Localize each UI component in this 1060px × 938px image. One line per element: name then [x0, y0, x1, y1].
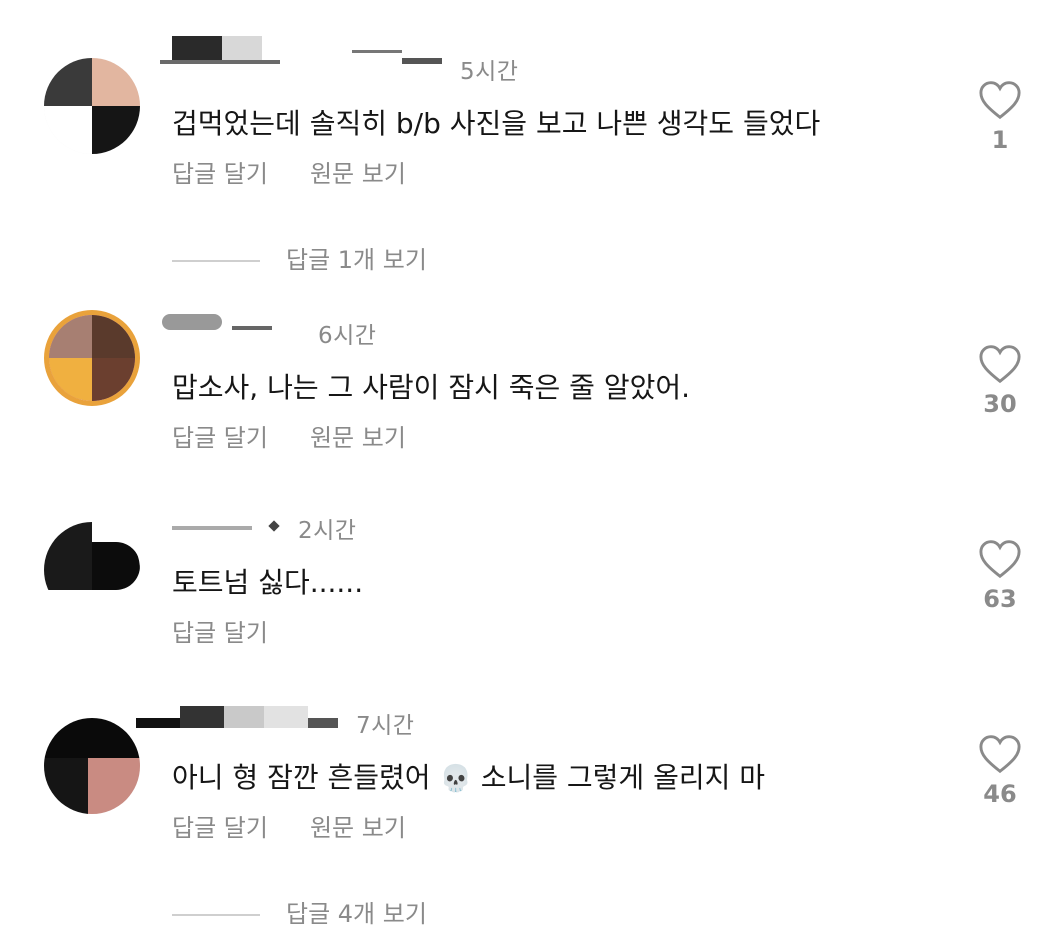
heart-outline-icon: [979, 540, 1021, 579]
reply-button[interactable]: 답글 달기: [172, 814, 268, 842]
reply-button[interactable]: 답글 달기: [172, 424, 268, 452]
comment-actions: 답글 달기 원문 보기: [172, 808, 448, 843]
like-count: 63: [983, 585, 1017, 613]
avatar[interactable]: [44, 310, 140, 406]
comment-time: 6시간: [318, 323, 377, 349]
comment-actions: 답글 달기 원문 보기: [172, 418, 448, 453]
see-original-button[interactable]: 원문 보기: [310, 424, 406, 452]
like-button[interactable]: 46: [974, 734, 1026, 808]
comment-time: 7시간: [356, 713, 415, 739]
comment-time: 2시간: [298, 518, 357, 544]
username-redacted[interactable]: [160, 36, 462, 76]
avatar[interactable]: [44, 718, 140, 814]
like-button[interactable]: 63: [974, 539, 1026, 613]
view-replies-label: 답글 1개 보기: [286, 246, 427, 274]
skull-emoji-icon: 💀: [439, 764, 472, 794]
comment-text-part: 아니 형 잠깐 흔들렸어: [172, 761, 431, 794]
comment-actions: 답글 달기 원문 보기: [172, 154, 448, 189]
view-replies-button[interactable]: 답글 1개 보기: [172, 240, 427, 275]
heart-outline-icon: [979, 81, 1021, 120]
comment-text: 겁먹었는데 솔직히 b/b 사진을 보고 나쁜 생각도 들었다: [172, 107, 821, 140]
comment-time: 5시간: [460, 59, 519, 85]
view-replies-button[interactable]: 답글 4개 보기: [172, 894, 427, 929]
avatar[interactable]: [44, 58, 140, 154]
avatar[interactable]: [44, 522, 140, 618]
reply-button[interactable]: 답글 달기: [172, 160, 268, 188]
replies-divider: [172, 914, 260, 916]
see-original-button[interactable]: 원문 보기: [310, 160, 406, 188]
replies-divider: [172, 260, 260, 262]
heart-outline-icon: [979, 735, 1021, 774]
like-count: 46: [983, 780, 1017, 808]
comment-text: 맙소사, 나는 그 사람이 잠시 죽은 줄 알았어.: [172, 371, 691, 404]
username-redacted[interactable]: [172, 506, 282, 546]
comment-text-part: 소니를 그렇게 올리지 마: [480, 761, 766, 794]
like-button[interactable]: 30: [974, 344, 1026, 418]
reply-button[interactable]: 답글 달기: [172, 619, 268, 647]
username-redacted[interactable]: [136, 700, 372, 740]
username-redacted[interactable]: [162, 308, 302, 348]
view-replies-label: 답글 4개 보기: [286, 900, 427, 928]
heart-outline-icon: [979, 345, 1021, 384]
like-button[interactable]: 1: [974, 80, 1026, 154]
comment-actions: 답글 달기: [172, 613, 310, 648]
comment-text: 아니 형 잠깐 흔들렸어 💀 소니를 그렇게 올리지 마: [172, 756, 765, 796]
see-original-button[interactable]: 원문 보기: [310, 814, 406, 842]
like-count: 30: [983, 390, 1017, 418]
comment-text: 토트넘 싫다......: [172, 566, 364, 599]
like-count: 1: [991, 126, 1009, 154]
